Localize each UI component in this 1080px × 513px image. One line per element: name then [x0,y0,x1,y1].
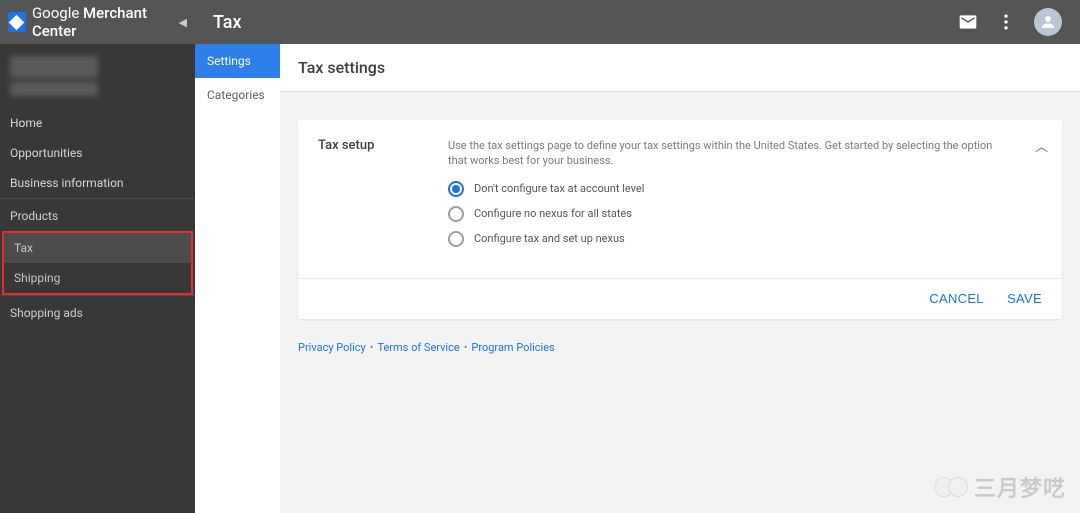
topbar-left: Google Merchant Center ◀ [0,4,195,40]
app-name: Google Merchant Center [32,4,179,40]
main: Tax settings Tax setup Use the tax setti… [280,44,1080,513]
radio-option-0[interactable]: Don't configure tax at account level [448,181,1012,197]
chevron-up-icon[interactable]: ︿ [1035,136,1048,155]
subnav: Settings Categories [195,44,280,513]
radio-option-2[interactable]: Configure tax and set up nexus [448,231,1012,247]
tax-setup-card: Tax setup Use the tax settings page to d… [298,120,1062,319]
save-button[interactable]: SAVE [1007,291,1042,306]
subnav-item-categories[interactable]: Categories [195,78,280,112]
card-desc: Use the tax settings page to define your… [448,138,1012,169]
card-actions: CANCEL SAVE [298,278,1062,319]
radio-icon [448,206,464,222]
link-privacy[interactable]: Privacy Policy [298,341,366,354]
sidebar-item-shipping[interactable]: Shipping [4,263,191,293]
topbar-right [958,8,1080,36]
watermark-icon [940,477,968,497]
watermark-text: 三月梦呓 [974,471,1066,503]
page-title: Tax [195,12,958,33]
sidebar-section-products[interactable]: Products [0,198,195,231]
collapse-sidebar-icon[interactable]: ◀ [179,16,187,29]
topbar: Google Merchant Center ◀ Tax [0,0,1080,44]
sidebar-item-home[interactable]: Home [0,108,195,138]
avatar[interactable] [1034,8,1062,36]
sidebar-account [0,44,195,108]
sidebar-item-opportunities[interactable]: Opportunities [0,138,195,168]
card-title: Tax setup [318,138,448,256]
sidebar-section-shopping-ads[interactable]: Shopping ads [0,295,195,328]
sidebar-item-business-information[interactable]: Business information [0,168,195,198]
app-logo [8,12,26,32]
radio-label: Don't configure tax at account level [474,182,644,195]
cancel-button[interactable]: CANCEL [929,291,984,306]
sidebar-item-tax[interactable]: Tax [4,233,191,263]
more-vert-icon[interactable] [996,12,1016,32]
watermark: 三月梦呓 [940,471,1066,503]
subnav-item-settings[interactable]: Settings [195,44,280,78]
radio-icon [448,181,464,197]
footer-links: Privacy Policy•Terms of Service•Program … [280,319,1080,376]
link-program[interactable]: Program Policies [471,341,554,354]
radio-label: Configure no nexus for all states [474,207,632,220]
mail-icon[interactable] [958,12,978,32]
radio-icon [448,231,464,247]
radio-label: Configure tax and set up nexus [474,232,625,245]
sidebar: Home Opportunities Business information … [0,44,195,513]
highlighted-group: Tax Shipping [2,231,193,295]
link-terms[interactable]: Terms of Service [377,341,459,354]
radio-option-1[interactable]: Configure no nexus for all states [448,206,1012,222]
main-header: Tax settings [280,44,1080,92]
